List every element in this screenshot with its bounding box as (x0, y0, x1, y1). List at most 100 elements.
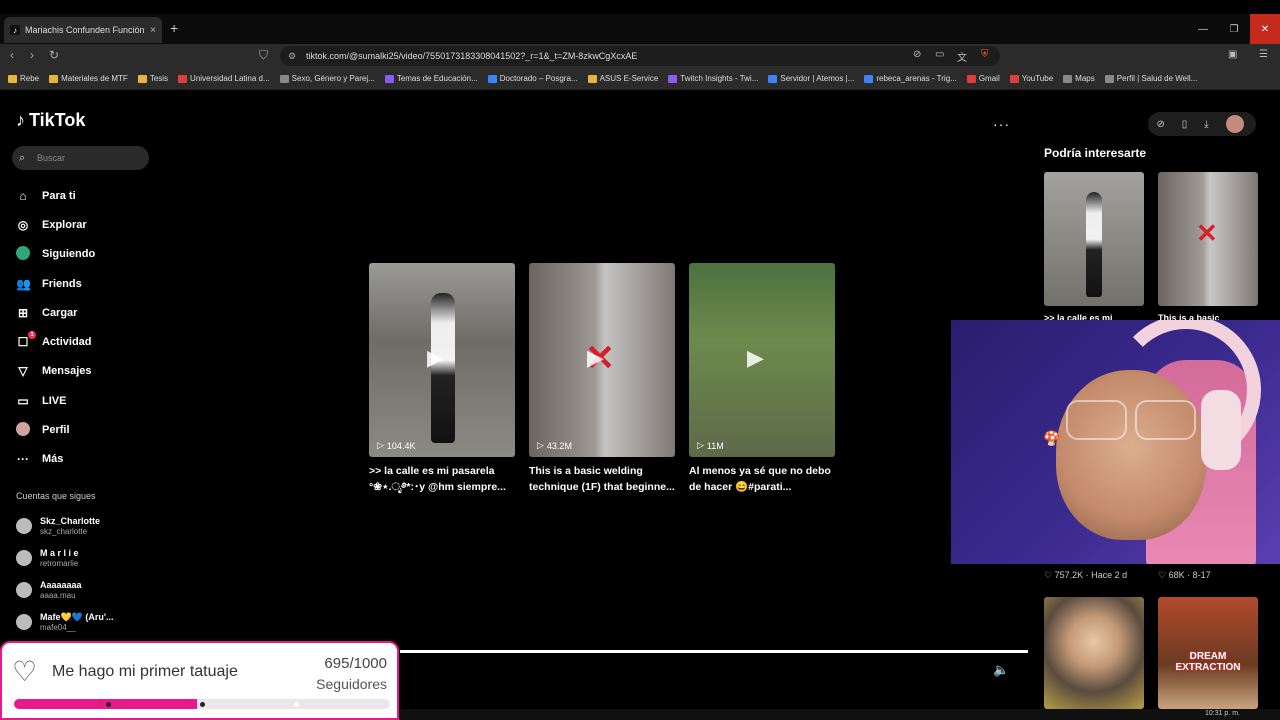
reload-icon[interactable]: ↻ (49, 48, 59, 62)
sidebar-item-mensajes[interactable]: ▽ Mensajes (16, 357, 95, 386)
mute-icon[interactable]: ⊘ (913, 49, 921, 60)
restore-icon[interactable]: ❐ (1219, 14, 1249, 44)
sidebar-item-perfil[interactable]: Perfil (16, 415, 95, 444)
translate-icon[interactable]: 文 (957, 49, 967, 64)
video-caption[interactable]: >> la calle es mi pasarela °❀⋆.ೃ࿔*:･y @h… (369, 463, 515, 495)
search-input[interactable]: ⌕ Buscar (12, 146, 149, 170)
video-card[interactable]: ▶ ▷ 104.4K >> la calle es mi pasarela °❀⋆… (369, 263, 515, 495)
bookmark-item[interactable]: rebeca_arenas - Trig... (864, 74, 957, 83)
following-item[interactable]: Aaaaaaaa aaaa.mau (16, 574, 114, 606)
search-placeholder: Buscar (37, 153, 66, 163)
sidebar-item-siguiendo[interactable]: Siguiendo (16, 240, 95, 269)
progress-marker (200, 702, 205, 707)
forward-icon[interactable]: › (30, 48, 34, 62)
headset-cup (1201, 390, 1241, 470)
bookmark-item[interactable]: Doctorado – Posgra... (487, 74, 578, 83)
profile-avatar-icon (16, 421, 30, 439)
device-icon[interactable]: ▯ (1182, 119, 1188, 130)
site-info-icon[interactable]: ⚙ (288, 46, 296, 66)
back-icon[interactable]: ‹ (10, 48, 14, 62)
account-name: Mafe💛💙 (Aru'... (40, 611, 114, 622)
video-card[interactable]: ▶ ▷ 11M Al menos ya sé que no debo de hac… (689, 263, 835, 495)
url-field[interactable]: ⚙ tiktok.com/@sumalki25/video/7550173183… (280, 46, 1000, 66)
suggested-video-thumbnail[interactable] (1044, 172, 1144, 306)
bookmark-item[interactable]: Universidad Latina d... (178, 74, 270, 83)
sidebar-toggle-icon[interactable]: ▣ (1228, 49, 1237, 60)
bookmark-item[interactable]: Temas de Educación... (384, 74, 478, 83)
video-caption[interactable]: This is a basic welding technique (1F) t… (529, 463, 675, 495)
new-tab-button[interactable]: + (170, 20, 178, 36)
bookmark-item[interactable]: Servidor | Atemos |... (768, 74, 854, 83)
bookmark-item[interactable]: ASUS E-Service (587, 74, 658, 83)
following-item[interactable]: M a r l i e retromarlie (16, 542, 114, 574)
avatar (16, 550, 32, 566)
play-small-icon: ▷ (377, 440, 384, 450)
sidebar-item-ms[interactable]: ··· Más (16, 445, 95, 474)
bookmark-item[interactable]: Sexo, Género y Parej... (279, 74, 375, 83)
thumbnail-figure (1086, 192, 1102, 297)
bookmark-item[interactable]: Twitch Insights - Twi... (668, 74, 758, 83)
close-window-icon[interactable]: ✕ (1250, 14, 1280, 44)
more-options-icon[interactable]: ··· (993, 116, 1010, 132)
sidebar-item-explorar[interactable]: ◎ Explorar (16, 210, 95, 239)
bookmark-item[interactable]: YouTube (1009, 74, 1053, 83)
sidebar-item-actividad[interactable]: ☐ 1 Actividad (16, 327, 95, 356)
bookmark-label: Temas de Educación... (396, 74, 478, 83)
download-icon[interactable]: ⤓ (1204, 119, 1208, 130)
views-text: 11M (706, 440, 724, 451)
video-progress-bar[interactable] (400, 650, 1028, 653)
sidebar-item-live[interactable]: ▭ LIVE (16, 386, 95, 415)
suggested-video-thumbnail[interactable]: DREAM EXTRACTION (1158, 597, 1258, 709)
tiktok-logo[interactable]: ♪ TikTok (16, 110, 85, 131)
menu-icon[interactable]: ☰ (1259, 49, 1268, 60)
more-icon: ··· (17, 452, 29, 467)
bookmark-label: Twitch Insights - Twi... (680, 74, 759, 83)
profile-avatar[interactable] (1225, 115, 1244, 133)
views-text: 104.4K (386, 440, 416, 451)
compass-icon: ◎ (17, 217, 29, 232)
goal-title: Me hago mi primer tatuaje (52, 663, 238, 680)
video-card[interactable]: ✕ ▶ ▷ 43.2M This is a basic welding techn… (529, 263, 675, 495)
video-thumbnail[interactable]: ✕ ▶ ▷ 43.2M (529, 263, 675, 457)
browser-tab[interactable]: ♪ Mariachis Confunden Función: T × (4, 17, 162, 43)
avatar (16, 518, 32, 534)
sidebar-item-cargar[interactable]: ⊞ Cargar (16, 298, 95, 327)
clock: 10:31 p. m. (1204, 710, 1240, 717)
brave-shield-icon[interactable]: ⛨ (981, 49, 989, 60)
video-thumbnail[interactable]: ▶ ▷ 104.4K (369, 263, 515, 457)
sidebar-item-friends[interactable]: 👥 Friends (16, 269, 95, 298)
goal-count: 695/1000 (324, 655, 387, 672)
bookmark-label: Universidad Latina d... (190, 74, 270, 83)
following-item[interactable]: Skz_Charlotte skz_charlotte (16, 510, 114, 542)
bookmark-item[interactable]: Perfil | Salud de Well... (1104, 74, 1197, 83)
play-small-icon: ▷ (537, 440, 544, 450)
following-item[interactable]: Mafe💛💙 (Aru'... mafe04__ (16, 606, 114, 638)
mushroom-icon: 🍄 (1043, 430, 1061, 446)
bookmark-icon[interactable]: ⛉ (259, 48, 268, 63)
minimize-icon[interactable]: — (1188, 14, 1218, 44)
bookmark-item[interactable]: Materiales de MTF (49, 74, 128, 83)
sidebar-item-parati[interactable]: ⌂ Para ti (16, 181, 95, 210)
account-handle: retromarlie (40, 558, 79, 568)
suggested-video-thumbnail[interactable]: ✕ (1158, 172, 1258, 306)
video-thumbnail[interactable]: ▶ ▷ 11M (689, 263, 835, 457)
account-name: M a r l i e (40, 547, 79, 558)
sidebar-item-label: Perfil (42, 424, 70, 437)
bookmark-item[interactable]: Tesis (137, 74, 168, 83)
folder-icon (587, 74, 597, 83)
suggested-video-thumbnail[interactable] (1044, 597, 1144, 709)
browser-tab-bar: ♪ Mariachis Confunden Función: T × + — ❐… (0, 14, 1280, 44)
cast-icon[interactable]: ▭ (935, 49, 944, 60)
video-caption[interactable]: Al menos ya sé que no debo de hacer 😄#pa… (689, 463, 835, 495)
tiktok-note-icon: ♪ (16, 110, 25, 130)
tab-close-icon[interactable]: × (150, 25, 156, 36)
bookmark-item[interactable]: Maps (1063, 74, 1095, 83)
sidebar-item-label: Más (42, 453, 64, 466)
coin-icon[interactable]: ⊘ (1156, 119, 1164, 130)
volume-icon[interactable]: 🔈 (993, 662, 1009, 678)
top-tools: ⊘ ▯ ⤓ (1148, 112, 1256, 136)
bookmark-item[interactable]: Rebe (8, 74, 39, 83)
site-favicon-icon (487, 74, 497, 83)
bookmark-item[interactable]: Gmail (966, 74, 1000, 83)
notification-badge: 1 (28, 331, 36, 340)
